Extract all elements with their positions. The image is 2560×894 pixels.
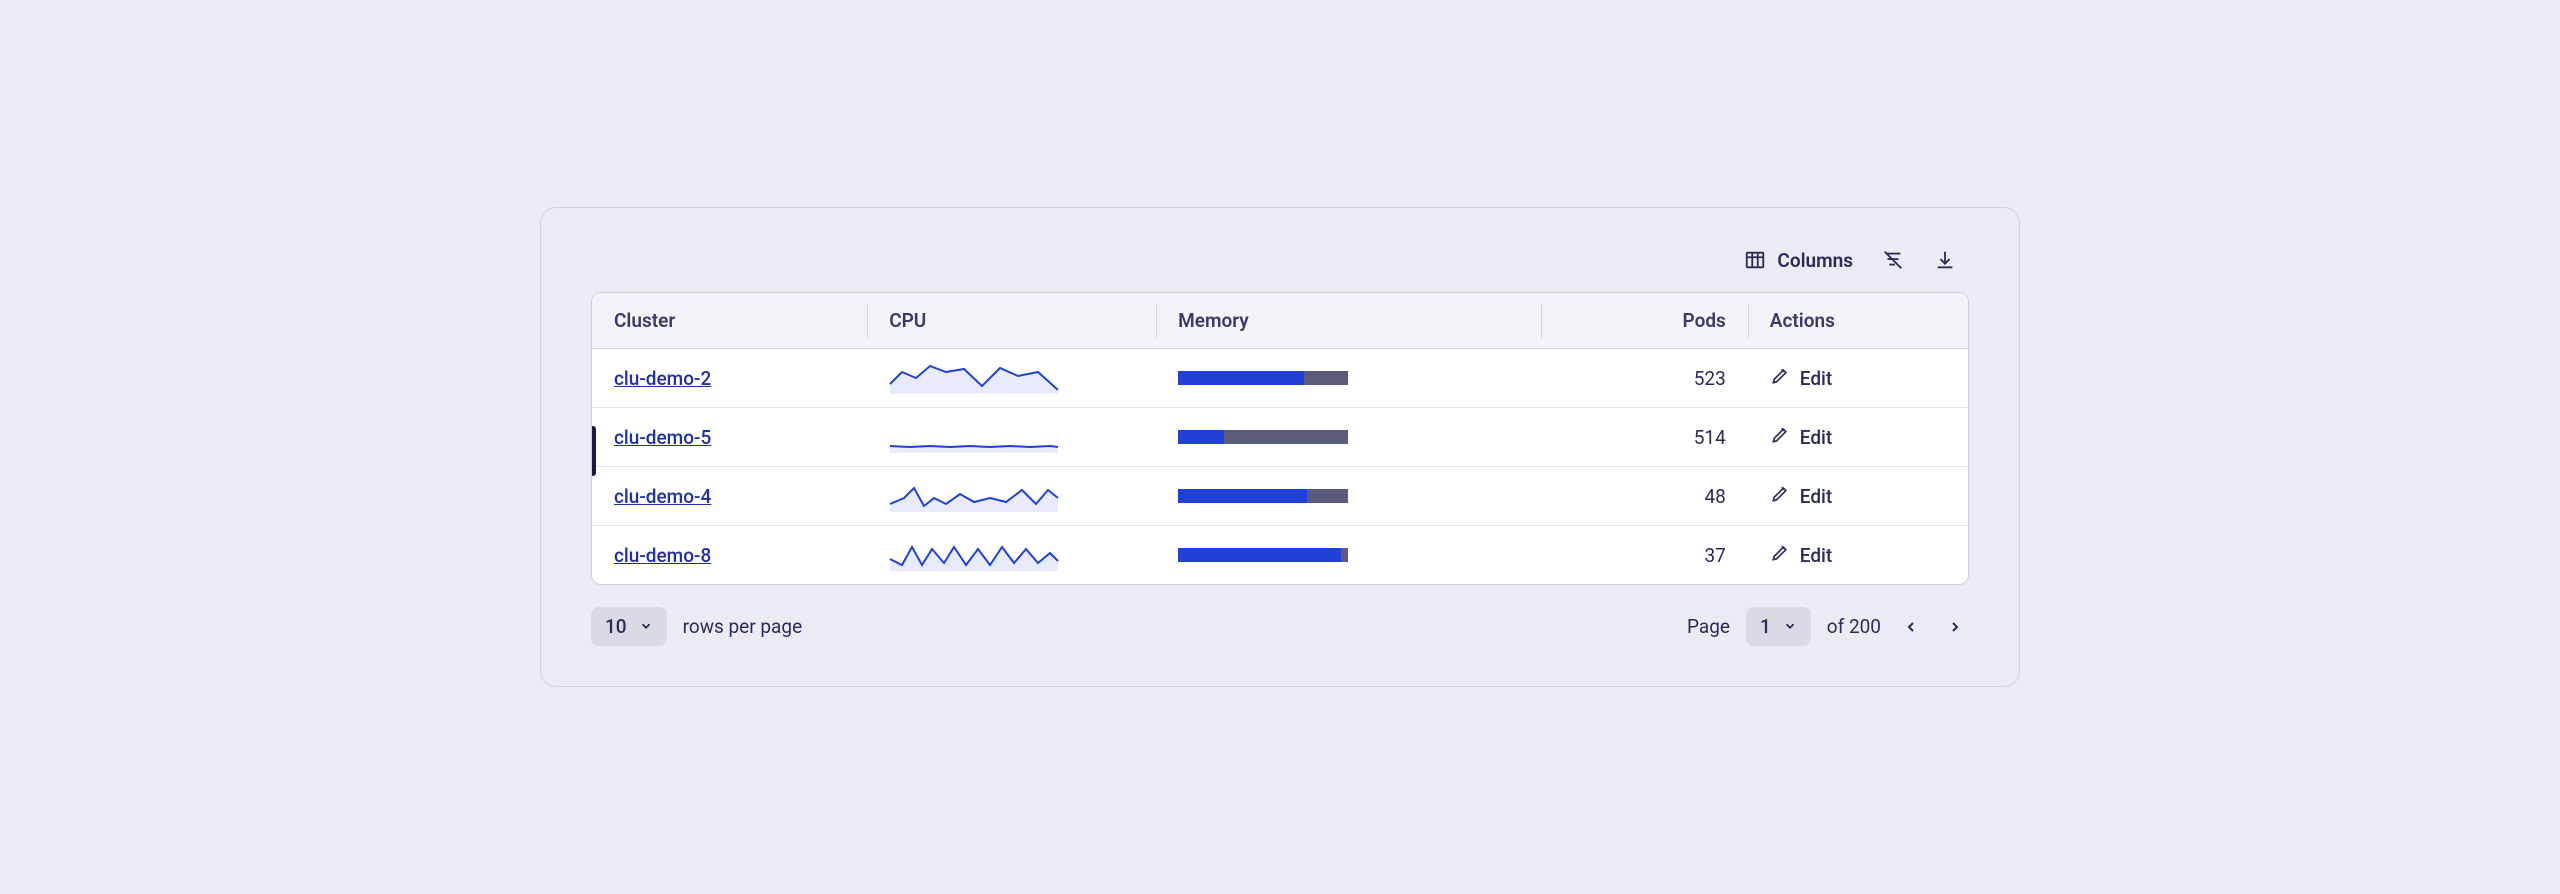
rows-per-page-label: rows per page [683, 615, 803, 638]
edit-button[interactable]: Edit [1770, 366, 1946, 391]
columns-icon [1743, 248, 1767, 272]
pagination: 10 rows per page Page 1 of 200 [591, 607, 1969, 646]
cluster-link[interactable]: clu-demo-5 [614, 426, 711, 449]
pods-value: 37 [1541, 526, 1747, 585]
memory-bar [1178, 489, 1348, 503]
edit-label: Edit [1800, 544, 1832, 567]
edit-button[interactable]: Edit [1770, 484, 1946, 509]
pods-value: 523 [1541, 349, 1747, 408]
download-button[interactable] [1933, 248, 1957, 272]
memory-bar [1178, 548, 1348, 562]
cpu-sparkline [889, 421, 1059, 453]
prev-page-button[interactable] [1897, 613, 1925, 641]
pencil-icon [1770, 484, 1790, 509]
data-table: Cluster CPU Memory Pods Actions clu-demo… [591, 292, 1969, 585]
header-cpu[interactable]: CPU [867, 293, 1156, 349]
edit-label: Edit [1800, 485, 1832, 508]
cluster-link[interactable]: clu-demo-8 [614, 544, 711, 567]
columns-button[interactable]: Columns [1743, 248, 1853, 272]
pencil-icon [1770, 425, 1790, 450]
pods-value: 48 [1541, 467, 1747, 526]
table-row[interactable]: clu-demo-8 37 Edit [592, 526, 1968, 585]
memory-bar [1178, 371, 1348, 385]
table-row[interactable]: clu-demo-2 523 Edit [592, 349, 1968, 408]
total-pages-label: of 200 [1827, 615, 1881, 638]
filter-reset-button[interactable] [1881, 248, 1905, 272]
header-memory[interactable]: Memory [1156, 293, 1541, 349]
edit-label: Edit [1800, 367, 1832, 390]
current-page-value: 1 [1760, 615, 1771, 638]
chevron-down-icon [639, 615, 653, 638]
header-cluster[interactable]: Cluster [592, 293, 867, 349]
panel: Columns Cluster CPU Memory Pods Actions … [540, 207, 2020, 687]
rows-per-page-value: 10 [605, 615, 627, 638]
table-header-row: Cluster CPU Memory Pods Actions [592, 293, 1968, 349]
table-row[interactable]: clu-demo-5 514 Edit [592, 408, 1968, 467]
cpu-sparkline [889, 362, 1059, 394]
cluster-link[interactable]: clu-demo-2 [614, 367, 711, 390]
header-actions: Actions [1748, 293, 1968, 349]
table-toolbar: Columns [591, 248, 1969, 272]
pencil-icon [1770, 543, 1790, 568]
cpu-sparkline [889, 480, 1059, 512]
table-row[interactable]: clu-demo-4 48 Edit [592, 467, 1968, 526]
edit-button[interactable]: Edit [1770, 543, 1946, 568]
edit-label: Edit [1800, 426, 1832, 449]
chevron-down-icon [1783, 615, 1797, 638]
next-page-button[interactable] [1941, 613, 1969, 641]
columns-label: Columns [1777, 249, 1853, 272]
cpu-sparkline [889, 539, 1059, 571]
memory-bar [1178, 430, 1348, 444]
page-select[interactable]: 1 [1746, 607, 1811, 646]
edit-button[interactable]: Edit [1770, 425, 1946, 450]
cluster-link[interactable]: clu-demo-4 [614, 485, 711, 508]
page-label: Page [1687, 615, 1730, 638]
pencil-icon [1770, 366, 1790, 391]
pods-value: 514 [1541, 408, 1747, 467]
rows-per-page-select[interactable]: 10 [591, 607, 667, 646]
header-pods[interactable]: Pods [1541, 293, 1747, 349]
